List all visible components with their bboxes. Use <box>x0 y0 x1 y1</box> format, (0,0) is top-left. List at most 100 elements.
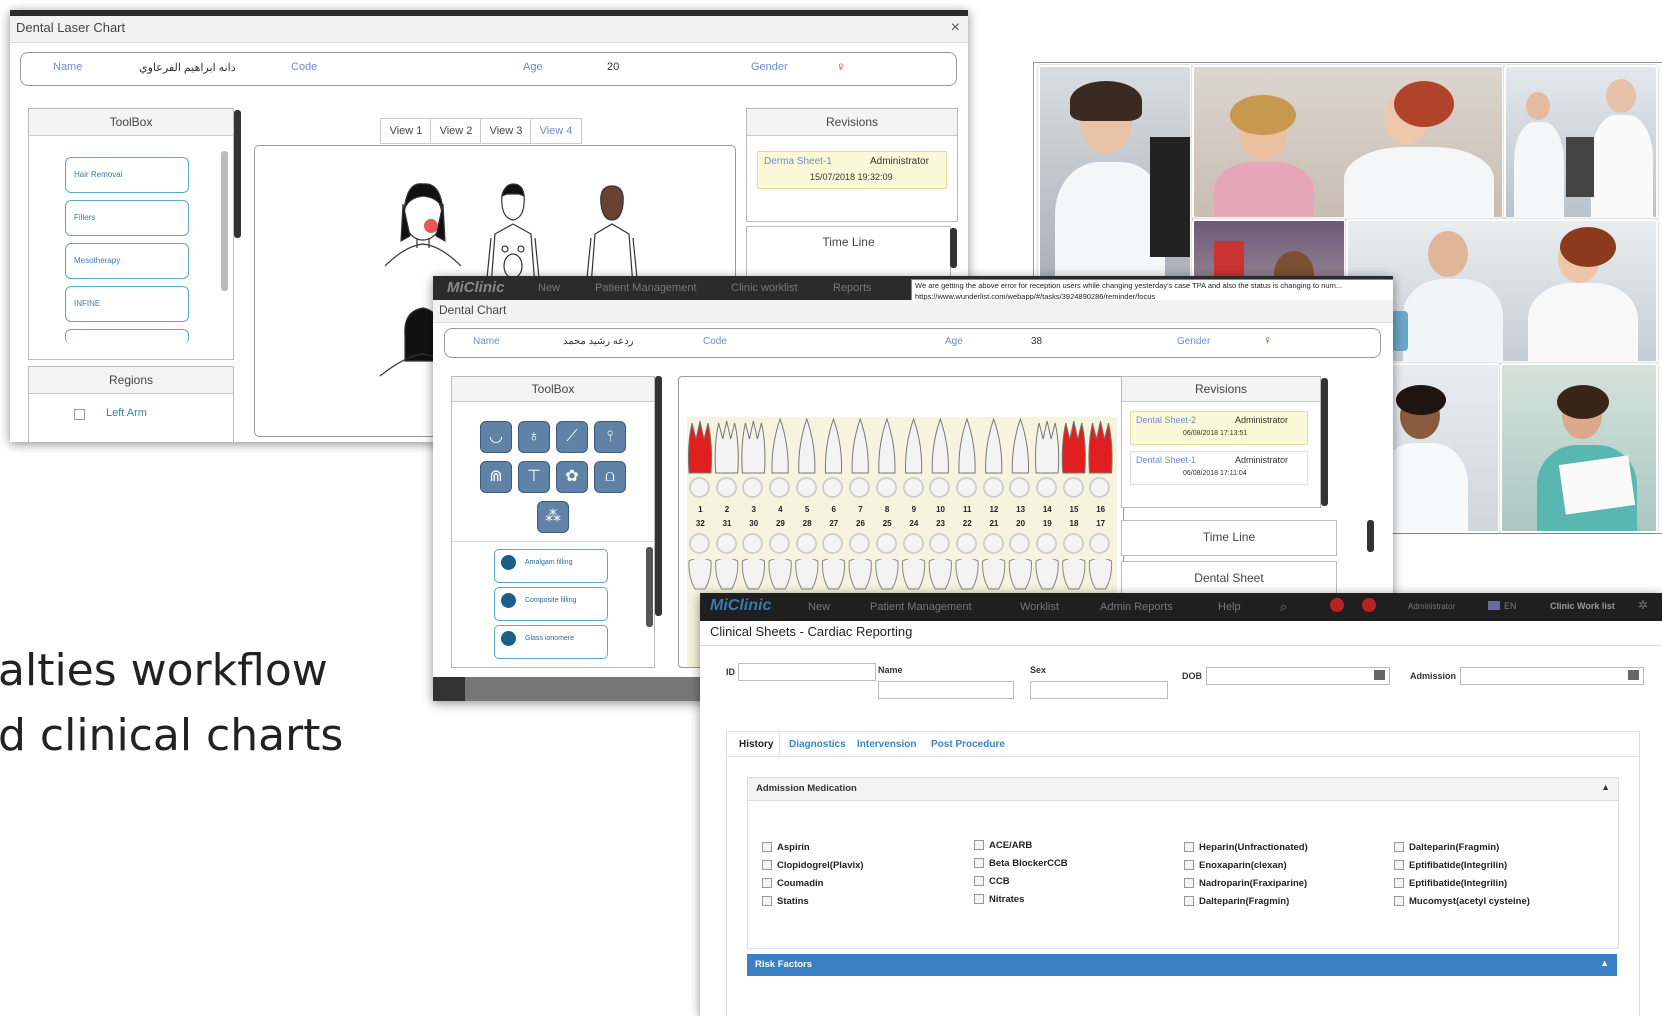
revision-name[interactable]: Derma Sheet-1 <box>764 156 832 167</box>
dental-sheet-panel[interactable]: Dental Sheet <box>1121 561 1337 597</box>
medication-checkbox[interactable] <box>1184 896 1194 906</box>
user-menu[interactable]: Administrator <box>1408 602 1455 611</box>
medication-checkbox[interactable] <box>1184 878 1194 888</box>
tooth-20[interactable] <box>1008 559 1033 590</box>
medication-checkbox[interactable] <box>762 878 772 888</box>
dental-toolbox-outer-scrollbar[interactable] <box>655 376 662 616</box>
dob-input[interactable] <box>1206 667 1390 685</box>
left-arm-checkbox[interactable] <box>74 409 85 420</box>
tooth-2[interactable] <box>714 420 739 474</box>
tooth-surface-circle[interactable] <box>822 477 844 498</box>
medication-checkbox[interactable] <box>762 860 772 870</box>
tooth-surface-circle[interactable] <box>795 533 817 554</box>
revision-name[interactable]: Dental Sheet-2 <box>1136 415 1196 425</box>
medication-checkbox[interactable] <box>974 876 984 886</box>
tooth-9[interactable] <box>905 417 923 474</box>
tooth-11[interactable] <box>958 417 976 474</box>
tool-mesotherapy[interactable]: Mesotherapy <box>65 243 189 279</box>
nav-new[interactable]: New <box>808 601 830 613</box>
timeline-scrollbar[interactable] <box>1367 520 1374 552</box>
tooth-17[interactable] <box>1088 559 1113 590</box>
sex-input[interactable] <box>1030 681 1168 699</box>
medication-checkbox[interactable] <box>1394 878 1404 888</box>
revision-item[interactable]: Dental Sheet-1 Administrator 06/08/2018 … <box>1130 451 1308 485</box>
tooth-30[interactable] <box>741 559 766 590</box>
tooth-12[interactable] <box>985 417 1003 474</box>
tooth-8[interactable] <box>878 417 896 474</box>
nav-clinic-worklist[interactable]: Clinic worklist <box>731 282 798 294</box>
revisions-scrollbar[interactable] <box>950 228 957 268</box>
tool-fillers[interactable]: Fillers <box>65 200 189 236</box>
amalgam-filling-button[interactable]: Amalgam filling <box>494 549 608 583</box>
tooth-10[interactable] <box>931 417 949 474</box>
tooth-16[interactable] <box>1088 420 1113 474</box>
id-input[interactable] <box>738 663 876 681</box>
collapse-icon[interactable]: ▲ <box>1601 782 1610 792</box>
implant-icon[interactable]: ⊤ <box>518 461 550 493</box>
tooth-15[interactable] <box>1061 420 1086 474</box>
medication-checkbox[interactable] <box>974 840 984 850</box>
tooth-26[interactable] <box>848 559 872 590</box>
tooth-decay-icon[interactable]: ✿ <box>556 461 588 493</box>
search-icon[interactable]: ⌕ <box>1280 599 1287 615</box>
medication-option[interactable]: Dalteparin(Fragmin) <box>1394 838 1530 856</box>
tooth-surface-circle[interactable] <box>742 477 764 498</box>
calendar-icon[interactable] <box>1374 670 1385 680</box>
dental-tools-icon[interactable]: ⫯ <box>594 421 626 453</box>
tooth-surface-circle[interactable] <box>849 477 871 498</box>
miclinic-logo[interactable]: MiClinic <box>447 279 505 296</box>
medication-checkbox[interactable] <box>1184 842 1194 852</box>
medication-checkbox[interactable] <box>1394 842 1404 852</box>
name-input[interactable] <box>878 681 1014 699</box>
tooth-surface-circle[interactable] <box>769 477 791 498</box>
medication-option[interactable]: Heparin(Unfractionated) <box>1184 838 1308 856</box>
tooth-3[interactable] <box>741 420 766 474</box>
clinic-work-list-link[interactable]: Clinic Work list <box>1550 601 1615 611</box>
medication-option[interactable]: Eptifibatide(Integrilin) <box>1394 874 1530 892</box>
tooth-1[interactable] <box>687 420 713 474</box>
notification-icon[interactable] <box>1330 598 1344 612</box>
tooth-19[interactable] <box>1035 559 1059 590</box>
tooth-29[interactable] <box>768 559 792 590</box>
medication-checkbox[interactable] <box>762 842 772 852</box>
molar-icon[interactable]: ⩍ <box>594 461 626 493</box>
tooth-surface-circle[interactable] <box>689 533 710 554</box>
tab-diagnostics[interactable]: Diagnostics <box>789 739 846 750</box>
tooth-surface-circle[interactable] <box>982 477 1004 498</box>
medication-option[interactable]: Beta BlockerCCB <box>974 854 1068 872</box>
tool-hair-removal[interactable]: Hair Removal <box>65 157 189 193</box>
medication-checkbox[interactable] <box>1394 860 1404 870</box>
tooth-surface-circle[interactable] <box>902 533 924 554</box>
admission-input[interactable] <box>1460 667 1644 685</box>
gear-icon[interactable]: ✲ <box>1638 598 1648 612</box>
tab-view-4[interactable]: View 4 <box>530 118 582 144</box>
tooth-surface-circle[interactable] <box>955 533 977 554</box>
tooth-5[interactable] <box>798 417 816 474</box>
medication-checkbox[interactable] <box>1394 896 1404 906</box>
medication-option[interactable]: ACE/ARB <box>974 836 1068 854</box>
tooth-21[interactable] <box>982 559 1006 590</box>
tooth-surface-circle[interactable] <box>875 533 897 554</box>
lips-icon[interactable]: ◡ <box>480 421 512 453</box>
nav-patient-management[interactable]: Patient Management <box>595 282 697 294</box>
nav-reports[interactable]: Reports <box>833 282 872 294</box>
medication-checkbox[interactable] <box>974 894 984 904</box>
medication-option[interactable]: Enoxaparin(clexan) <box>1184 856 1308 874</box>
tab-view-2[interactable]: View 2 <box>430 118 482 144</box>
close-icon[interactable]: × <box>951 19 960 37</box>
braces-icon[interactable]: ⁂ <box>537 501 569 533</box>
medication-option[interactable]: Statins <box>762 892 864 910</box>
tooth-surface-circle[interactable] <box>1089 477 1111 498</box>
admission-medication-header[interactable]: Admission Medication ▲ <box>748 778 1618 801</box>
medication-option[interactable]: Clopidogrel(Plavix) <box>762 856 864 874</box>
tooth-18[interactable] <box>1062 559 1086 590</box>
medication-option[interactable]: Eptifibatide(Integrilin) <box>1394 856 1530 874</box>
revision-item[interactable]: Derma Sheet-1 Administrator 15/07/2018 1… <box>757 151 947 189</box>
medication-option[interactable]: Nadroparin(Fraxiparine) <box>1184 874 1308 892</box>
nav-new[interactable]: New <box>538 282 560 294</box>
tooth-surface-circle[interactable] <box>715 533 737 554</box>
tab-intervension[interactable]: Intervension <box>857 739 916 750</box>
tooth-surface-circle[interactable] <box>849 533 871 554</box>
toolbox-scrollbar[interactable] <box>646 547 653 627</box>
dental-revisions-scrollbar[interactable] <box>1321 378 1328 506</box>
